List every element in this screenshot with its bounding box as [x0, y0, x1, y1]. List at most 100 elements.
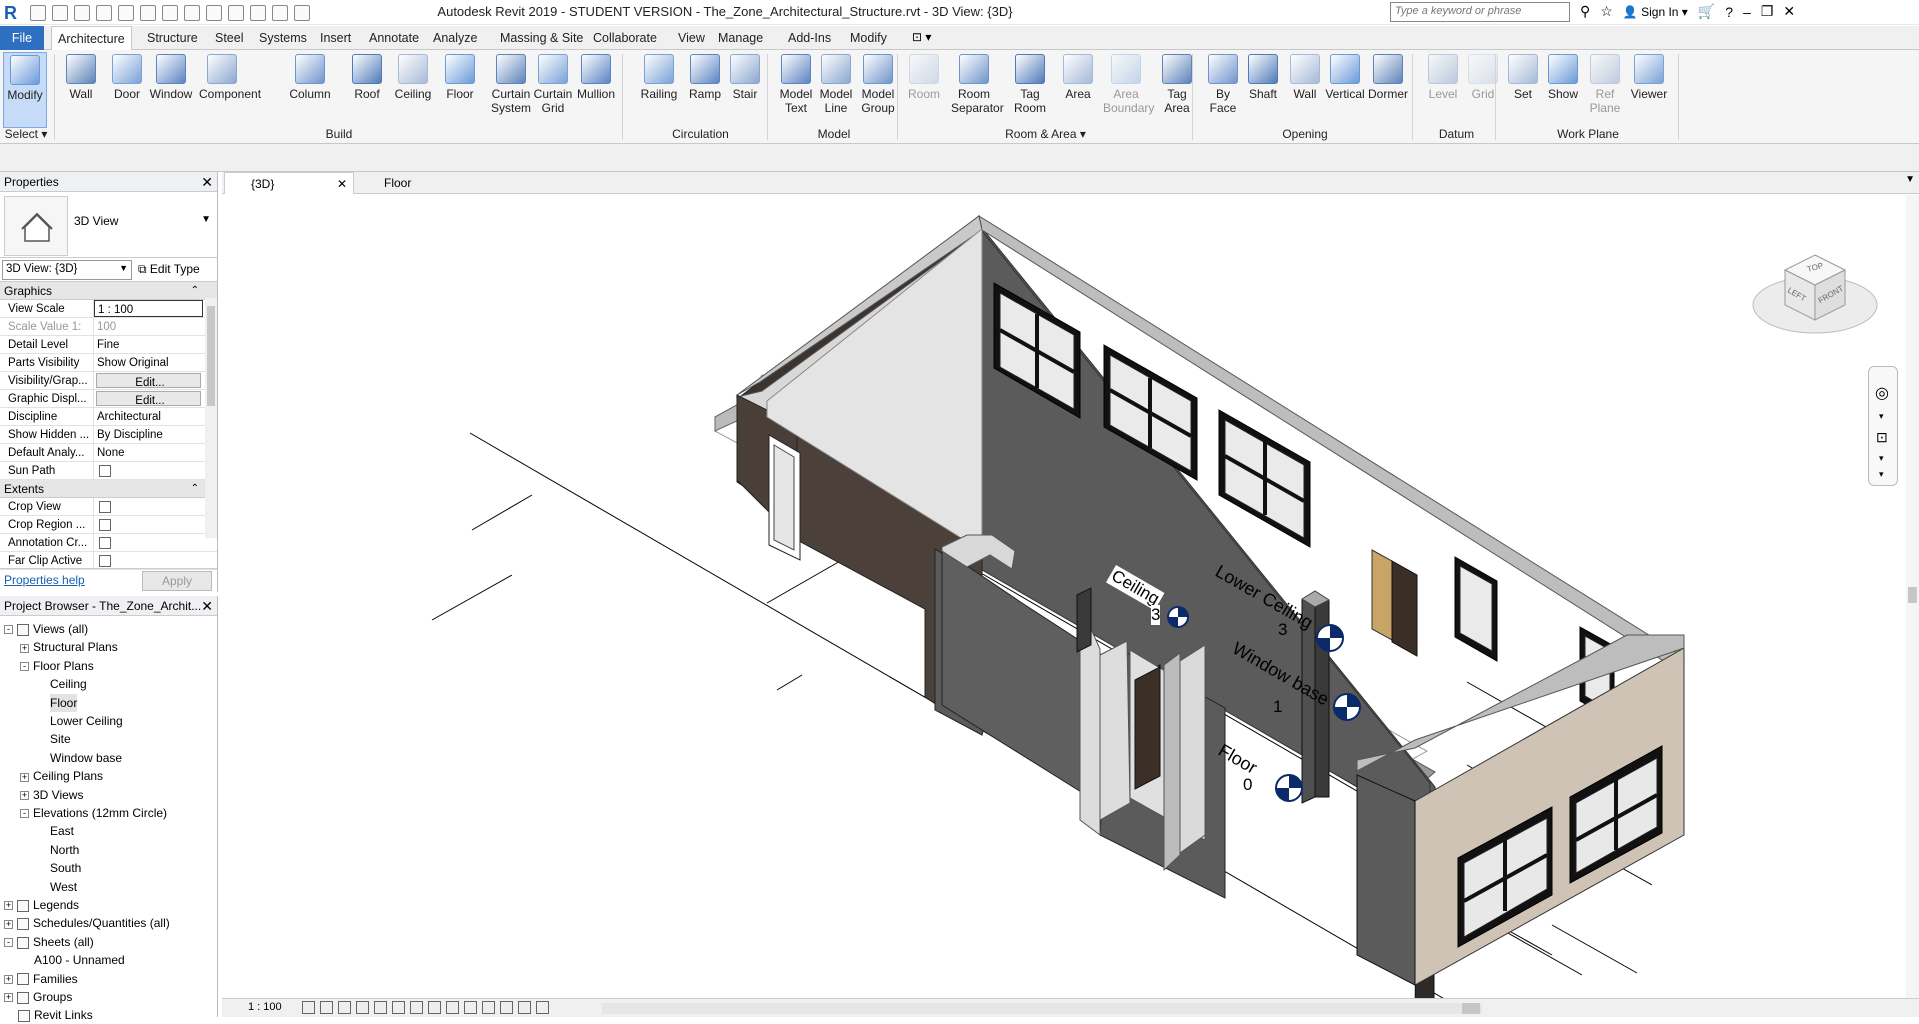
star-icon[interactable]: ☆ [1600, 3, 1613, 20]
panel-title-workplane[interactable]: Work Plane [1500, 126, 1676, 142]
browser-node-ceiling[interactable]: Ceiling [50, 675, 87, 693]
view-scale[interactable]: 1 : 100 [248, 1001, 282, 1013]
scroll-thumb[interactable] [1908, 587, 1917, 603]
horizontal-scrollbar[interactable] [602, 1003, 1482, 1014]
viewcube[interactable]: TOP LEFT FRONT [1745, 245, 1885, 355]
property-checkbox[interactable] [94, 462, 203, 479]
room-room-button[interactable]: Room [901, 52, 947, 128]
property-row[interactable]: Scale Value 1: 100 [0, 318, 217, 336]
tab-steel[interactable]: Steel [209, 26, 250, 50]
browser-node-east[interactable]: East [50, 822, 74, 840]
highlight-displacement-icon[interactable] [500, 1001, 513, 1014]
browser-node-elevations-12mm-circle-[interactable]: - Elevations (12mm Circle) [20, 804, 167, 822]
workplane-ref-plane-button[interactable]: Ref Plane [1582, 52, 1628, 128]
visual-style-icon[interactable] [320, 1001, 333, 1014]
build-roof-button[interactable]: Roof [344, 52, 390, 128]
tab-manage[interactable]: Manage [712, 26, 769, 50]
close-icon[interactable]: ✕ [201, 172, 213, 192]
browser-node-north[interactable]: North [50, 841, 79, 859]
build-wall-button[interactable]: Wall [58, 52, 104, 128]
property-checkbox[interactable] [94, 534, 203, 551]
analytical-model-icon[interactable] [482, 1001, 495, 1014]
panel-title-datum[interactable]: Datum [1420, 126, 1493, 142]
tab-floor-view[interactable]: Floor [358, 172, 411, 194]
zoom-icon[interactable]: ⊡ [1876, 429, 1888, 446]
browser-node-views-all-[interactable]: - Views (all) [4, 620, 88, 638]
level-target-icon[interactable] [1332, 692, 1362, 722]
property-row[interactable]: Default Analy... None [0, 444, 217, 462]
binoculars-icon[interactable]: ⚲ [1580, 3, 1590, 20]
sign-in-link[interactable]: 👤 Sign In ▾ [1623, 5, 1688, 19]
panel-title-circulation[interactable]: Circulation [636, 126, 765, 142]
browser-node-floor-plans[interactable]: - Floor Plans [20, 657, 94, 675]
room-area-button[interactable]: Area [1055, 52, 1101, 128]
scroll-thumb[interactable] [207, 306, 215, 406]
property-row[interactable]: View Scale 1 : 100 [0, 300, 217, 318]
build-ceiling-button[interactable]: Ceiling [390, 52, 436, 128]
property-row[interactable]: Parts Visibility Show Original [0, 354, 217, 372]
browser-node-families[interactable]: + Families [4, 970, 78, 988]
expand-icon[interactable]: + [4, 974, 13, 984]
collapse-icon[interactable]: - [20, 809, 29, 819]
build-mullion-button[interactable]: Mullion [573, 52, 619, 128]
help-icon[interactable]: ? [1725, 4, 1733, 20]
panel-title-build[interactable]: Build [58, 126, 620, 142]
model-model-group-button[interactable]: Model Group [855, 52, 901, 128]
expand-icon[interactable]: + [20, 772, 29, 782]
build-curtain-system-button[interactable]: Curtain System [488, 52, 534, 128]
lock-3d-view-icon[interactable] [428, 1001, 441, 1014]
property-row[interactable]: Crop Region ... [0, 516, 217, 534]
expand-icon[interactable]: + [4, 901, 13, 911]
panel-title-opening[interactable]: Opening [1200, 126, 1410, 142]
edit-button[interactable]: Edit... [96, 391, 201, 406]
tab-analyze[interactable]: Analyze [427, 26, 483, 50]
browser-node-groups[interactable]: + Groups [4, 988, 72, 1006]
crop-view-icon[interactable] [392, 1001, 405, 1014]
chevron-down-icon[interactable]: ▾ [1879, 453, 1884, 464]
panel-title-room[interactable]: Room & Area ▾ [901, 126, 1190, 142]
detail-level-icon[interactable] [302, 1001, 315, 1014]
property-value[interactable]: None [94, 444, 203, 461]
opening-shaft-button[interactable]: Shaft [1240, 52, 1286, 128]
close-window-icon[interactable]: ✕ [1783, 3, 1795, 20]
workplane-viewer-button[interactable]: Viewer [1626, 52, 1672, 128]
property-row[interactable]: Visibility/Grap... Edit... [0, 372, 217, 390]
scroll-thumb[interactable] [1462, 1003, 1480, 1014]
property-value[interactable]: 100 [94, 318, 203, 335]
properties-scrollbar[interactable] [205, 298, 217, 538]
checkbox[interactable] [99, 464, 111, 477]
build-door-button[interactable]: Door [104, 52, 150, 128]
view-instance-select[interactable]: 3D View: {3D} ▼ [2, 260, 132, 280]
opening-dormer-button[interactable]: Dormer [1365, 52, 1411, 128]
show-crop-region-icon[interactable] [410, 1001, 423, 1014]
shadows-icon[interactable] [356, 1001, 369, 1014]
panel-title-model[interactable]: Model [773, 126, 895, 142]
build-window-button[interactable]: Window [148, 52, 194, 128]
room-area-boundary-button[interactable]: Area Boundary [1103, 52, 1154, 128]
expand-icon[interactable]: + [4, 993, 13, 1003]
property-value[interactable]: 1 : 100 [94, 300, 203, 317]
property-checkbox[interactable] [94, 516, 203, 533]
tab-menu-icon[interactable]: ▼ [1905, 174, 1915, 185]
checkbox[interactable] [99, 536, 111, 549]
browser-node-floor[interactable]: Floor [50, 693, 78, 712]
tab-3d-view[interactable]: {3D} ✕ [224, 172, 354, 194]
property-row[interactable]: Graphic Displ... Edit... [0, 390, 217, 408]
3d-view-canvas[interactable]: Lower Ceiling Window base Floor Ceiling … [222, 195, 1919, 1024]
property-row[interactable]: Sun Path [0, 462, 217, 480]
ribbon-options-icon[interactable]: ⊡ ▾ [912, 30, 931, 44]
tab-file[interactable]: File [0, 26, 44, 50]
render-icon[interactable] [374, 1001, 387, 1014]
tab-modify[interactable]: Modify [844, 26, 893, 50]
collapse-icon[interactable]: ⌃ [191, 480, 199, 498]
opening-vertical-button[interactable]: Vertical [1322, 52, 1368, 128]
tab-massing-site[interactable]: Massing & Site [494, 26, 589, 50]
model-model-line-button[interactable]: Model Line [813, 52, 859, 128]
collapse-icon[interactable]: - [4, 625, 13, 635]
search-input[interactable]: Type a keyword or phrase [1390, 2, 1570, 22]
level-target-icon[interactable] [1315, 623, 1345, 653]
panel-title-select[interactable]: Select ▾ [0, 126, 52, 142]
circulation-railing-button[interactable]: Railing [636, 52, 682, 128]
tab-architecture[interactable]: Architecture [51, 26, 132, 50]
expand-icon[interactable]: + [4, 919, 13, 929]
